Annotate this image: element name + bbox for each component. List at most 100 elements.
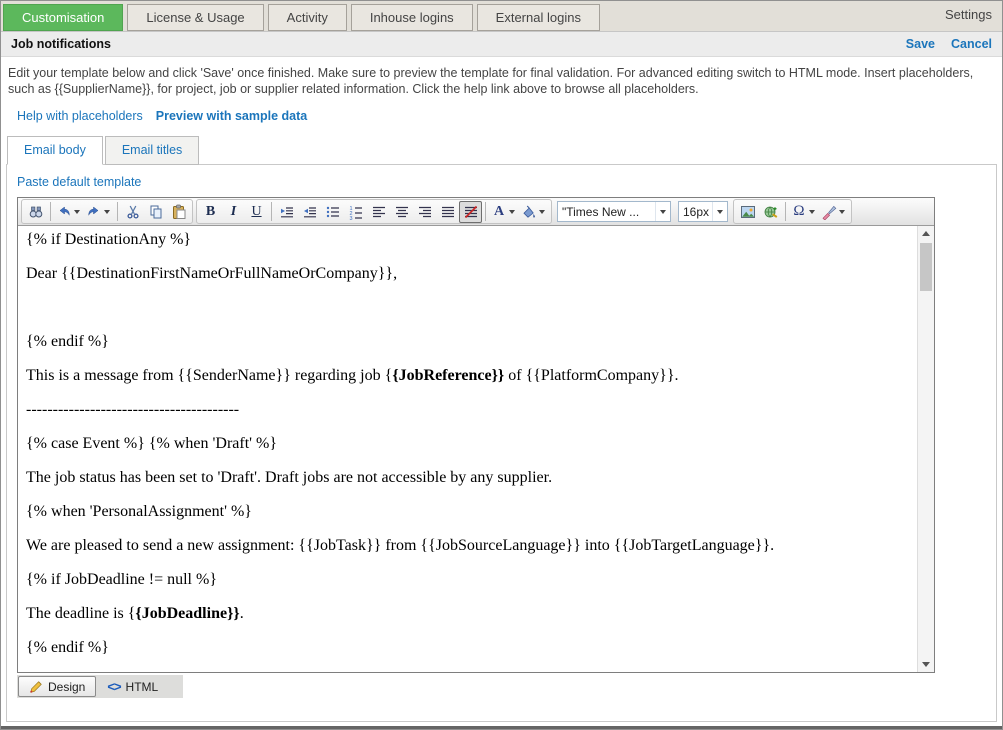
cancel-button[interactable]: Cancel	[951, 37, 992, 51]
fill-color-icon	[521, 204, 537, 220]
italic-button[interactable]: I	[222, 201, 245, 223]
top-tab-bar: CustomisationLicense & UsageActivityInho…	[1, 1, 1002, 31]
svg-text:3: 3	[349, 216, 352, 220]
align-center-button[interactable]	[390, 201, 413, 223]
align-left-icon	[371, 204, 387, 220]
editor-paragraph: We are pleased to send a new assignment:…	[26, 536, 906, 556]
copy-button[interactable]	[144, 201, 167, 223]
design-mode-button[interactable]: Design	[18, 676, 96, 697]
toolbar-group: Ω	[733, 199, 852, 224]
editor-paragraph: This is a message from {{SenderName}} re…	[26, 366, 906, 386]
outdent-icon	[302, 204, 318, 220]
justify-none-icon	[463, 204, 479, 220]
dropdown-caret	[809, 210, 815, 214]
editor-content[interactable]: {% if DestinationAny %}Dear {{Destinatio…	[18, 226, 934, 672]
help-with-placeholders-link[interactable]: Help with placeholders	[17, 109, 143, 123]
triangle-up-icon	[922, 231, 930, 236]
editor-toolbar: BIU 123 A "Times New ... 16px Ω	[18, 198, 934, 226]
toolbar-separator	[50, 202, 51, 221]
editor-paragraph: Dear {{DestinationFirstNameOrFullNameOrC…	[26, 264, 906, 284]
bold-button[interactable]: B	[199, 201, 222, 223]
dropdown-caret	[539, 210, 545, 214]
find-button[interactable]	[24, 201, 47, 223]
italic-icon: I	[226, 204, 242, 220]
dropdown-caret	[712, 202, 727, 221]
outdent-button[interactable]	[298, 201, 321, 223]
numbered-list-button[interactable]: 123	[344, 201, 367, 223]
special-char-button[interactable]: Ω	[789, 201, 819, 223]
toolbar-separator	[785, 202, 786, 221]
code-brackets-icon: <>	[107, 679, 120, 694]
editor-paragraph: {% case Event %} {% when 'Draft' %}	[26, 434, 906, 454]
tab-license-usage[interactable]: License & Usage	[127, 4, 263, 31]
font-name-value: "Times New ...	[562, 205, 655, 219]
dropdown-caret	[839, 210, 845, 214]
redo-button[interactable]	[84, 201, 114, 223]
html-mode-button[interactable]: <> HTML	[97, 675, 168, 698]
indent-button[interactable]	[275, 201, 298, 223]
page-title: Job notifications	[11, 37, 111, 51]
font-color-icon: A	[491, 204, 507, 220]
pencil-icon	[29, 680, 43, 694]
paste-row: Paste default template	[7, 165, 996, 195]
special-char-icon: Ω	[791, 204, 807, 220]
font-name-select[interactable]: "Times New ...	[557, 201, 671, 222]
window-bottom-edge	[1, 726, 1002, 729]
scroll-up-arrow[interactable]	[918, 226, 934, 241]
indent-icon	[279, 204, 295, 220]
editor-paragraph: The job status has been set to 'Draft'. …	[26, 468, 906, 488]
format-stripper-icon	[821, 204, 837, 220]
tab-email-body[interactable]: Email body	[7, 136, 103, 165]
fill-color-button[interactable]	[519, 201, 549, 223]
undo-button[interactable]	[54, 201, 84, 223]
editor-scrollbar[interactable]	[917, 226, 934, 672]
header-actions: Save Cancel	[906, 37, 992, 51]
numbered-list-icon: 123	[348, 204, 364, 220]
cut-button[interactable]	[121, 201, 144, 223]
format-stripper-button[interactable]	[819, 201, 849, 223]
editor-paragraph: {% endif %}	[26, 638, 906, 658]
toolbar-separator	[271, 202, 272, 221]
editor-paragraph: {% endif %}	[26, 332, 906, 352]
tab-external-logins[interactable]: External logins	[477, 4, 600, 31]
link-manager-button[interactable]	[759, 201, 782, 223]
editor-paragraph: ----------------------------------------	[26, 400, 906, 420]
section-header: Job notifications Save Cancel	[1, 31, 1002, 57]
underline-button[interactable]: U	[245, 201, 268, 223]
tab-activity[interactable]: Activity	[268, 4, 347, 31]
helper-links: Help with placeholders Preview with samp…	[1, 97, 1002, 123]
align-right-button[interactable]	[413, 201, 436, 223]
page: CustomisationLicense & UsageActivityInho…	[0, 0, 1003, 730]
bullet-list-button[interactable]	[321, 201, 344, 223]
toolbar-group: BIU 123 A	[196, 199, 552, 224]
font-size-select[interactable]: 16px	[678, 201, 728, 222]
paste-default-template-link[interactable]: Paste default template	[17, 175, 141, 189]
scroll-down-arrow[interactable]	[918, 657, 934, 672]
image-manager-icon	[740, 204, 756, 220]
editor-edit-area[interactable]: {% if DestinationAny %}Dear {{Destinatio…	[18, 226, 934, 672]
tab-email-titles[interactable]: Email titles	[105, 136, 199, 165]
align-left-button[interactable]	[367, 201, 390, 223]
paste-button[interactable]	[167, 201, 190, 223]
settings-link[interactable]: Settings	[945, 7, 992, 26]
save-button[interactable]: Save	[906, 37, 935, 51]
bullet-list-icon	[325, 204, 341, 220]
tab-customisation[interactable]: Customisation	[3, 4, 123, 31]
preview-with-sample-data-link[interactable]: Preview with sample data	[156, 109, 307, 123]
justify-button[interactable]	[436, 201, 459, 223]
font-color-button[interactable]: A	[489, 201, 519, 223]
editor-paragraph: {% if JobDeadline != null %}	[26, 570, 906, 590]
redo-icon	[86, 204, 102, 220]
undo-icon	[56, 204, 72, 220]
copy-icon	[148, 204, 164, 220]
justify-icon	[440, 204, 456, 220]
image-manager-button[interactable]	[736, 201, 759, 223]
link-manager-icon	[763, 204, 779, 220]
tab-inhouse-logins[interactable]: Inhouse logins	[351, 4, 473, 31]
scrollbar-thumb[interactable]	[920, 243, 932, 291]
bold-icon: B	[203, 204, 219, 220]
rich-text-editor: BIU 123 A "Times New ... 16px Ω {% if Destina…	[17, 197, 935, 673]
paste-icon	[171, 204, 187, 220]
justify-none-button[interactable]	[459, 201, 482, 223]
dropdown-caret	[509, 210, 515, 214]
